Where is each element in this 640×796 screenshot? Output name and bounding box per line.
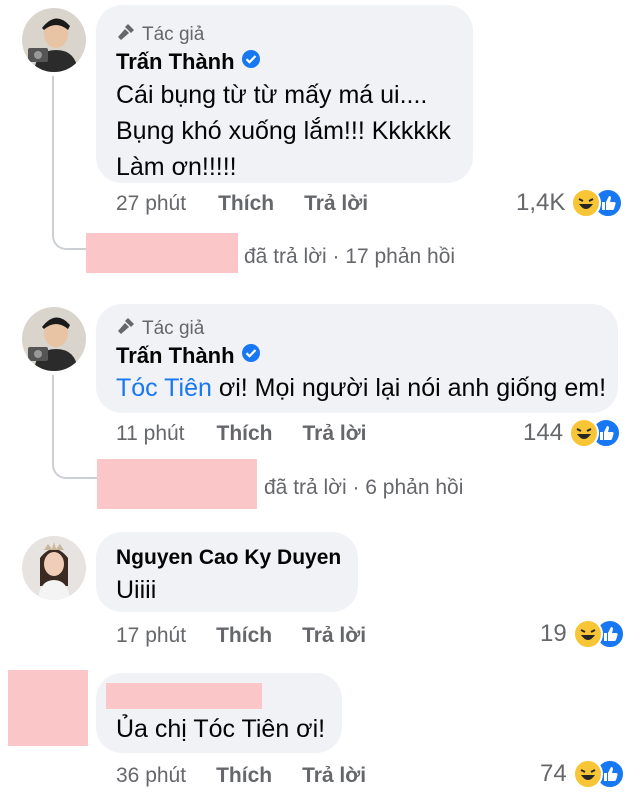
author-name[interactable]: Nguyen Cao Ky Duyen	[116, 546, 341, 570]
reaction-count: 74	[540, 760, 567, 787]
replies-summary-link[interactable]: đã trả lời · 6 phản hồi	[264, 476, 463, 500]
reply-button[interactable]: Trả lời	[302, 764, 366, 788]
verified-badge-icon	[241, 343, 261, 369]
mention-link[interactable]: Tóc Tiên	[116, 374, 212, 402]
comment-time[interactable]: 17 phút	[116, 624, 186, 648]
reaction-count: 19	[540, 620, 567, 647]
verified-badge-icon	[241, 49, 261, 75]
thread-line	[52, 76, 86, 250]
comment-actions: 11 phút Thích Trả lời	[116, 422, 366, 446]
microphone-icon	[116, 22, 136, 48]
comment-text: Cái bụng từ từ mấy má ui.... Bụng khó xu…	[116, 81, 451, 181]
like-button[interactable]: Thích	[217, 422, 273, 446]
comment-text: Uiiii	[116, 576, 157, 604]
comment-actions: 17 phút Thích Trả lời	[116, 624, 366, 648]
author-badge-label: Tác giả	[142, 24, 205, 45]
haha-reaction-icon	[572, 619, 603, 649]
haha-reaction-icon	[572, 759, 603, 789]
comment-time[interactable]: 11 phút	[116, 422, 185, 446]
comment-actions: 36 phút Thích Trả lời	[116, 764, 366, 788]
avatar[interactable]	[22, 8, 86, 72]
like-button[interactable]: Thích	[216, 764, 272, 788]
reply-button[interactable]: Trả lời	[302, 624, 366, 648]
comment-text: Tóc Tiên ơi! Mọi người lại nói anh giống…	[116, 370, 606, 406]
thread-line	[52, 375, 98, 479]
author-badge-label: Tác giả	[142, 318, 205, 339]
reply-button[interactable]: Trả lời	[304, 192, 368, 216]
avatar[interactable]	[22, 307, 86, 371]
microphone-icon	[116, 316, 136, 342]
reaction-count: 144	[523, 419, 564, 446]
reply-button[interactable]: Trả lời	[303, 422, 367, 446]
reaction-count: 1,4K	[516, 189, 566, 216]
replies-summary-link[interactable]: đã trả lời · 17 phản hồi	[244, 245, 455, 269]
comment-author[interactable]: Trấn Thành	[116, 343, 261, 369]
like-button[interactable]: Thích	[218, 192, 274, 216]
comment-bubble: Nguyen Cao Ky Duyen Uiiii	[96, 532, 358, 612]
reaction-summary[interactable]: 1,4K	[516, 188, 624, 218]
comment-text-rest: ơi! Mọi người lại nói anh giống em!	[211, 374, 607, 402]
author-badge: Tác giả	[116, 316, 204, 342]
reaction-summary[interactable]: 74	[540, 759, 625, 789]
author-name[interactable]: Trấn Thành	[116, 343, 235, 369]
reaction-summary[interactable]: 144	[523, 418, 622, 448]
comment-bubble: Tác giả Trấn Thành Cái bụng từ từ mấy má…	[96, 5, 473, 183]
haha-reaction-icon	[571, 188, 602, 218]
redacted-avatar-name	[97, 459, 257, 509]
comment-bubble: Tác giả Trấn Thành Tóc Tiên ơi! Mọi ngườ…	[96, 304, 618, 413]
comment-time[interactable]: 27 phút	[116, 192, 186, 216]
comment-actions: 27 phút Thích Trả lời	[116, 192, 368, 216]
comment-time[interactable]: 36 phút	[116, 764, 186, 788]
reaction-summary[interactable]: 19	[540, 619, 625, 649]
redacted-author-name	[106, 683, 262, 709]
author-name[interactable]: Trấn Thành	[116, 49, 235, 75]
like-button[interactable]: Thích	[216, 624, 272, 648]
comment-bubble: Ủa chị Tóc Tiên ơi!	[96, 673, 342, 753]
avatar[interactable]	[22, 536, 86, 600]
comment-text: Ủa chị Tóc Tiên ơi!	[116, 715, 326, 743]
comment-author[interactable]: Trấn Thành	[116, 49, 261, 75]
redacted-avatar-name	[86, 233, 238, 273]
haha-reaction-icon	[569, 418, 600, 448]
comment-author[interactable]: Nguyen Cao Ky Duyen	[116, 546, 341, 570]
redacted-avatar	[8, 670, 88, 746]
author-badge: Tác giả	[116, 22, 204, 48]
